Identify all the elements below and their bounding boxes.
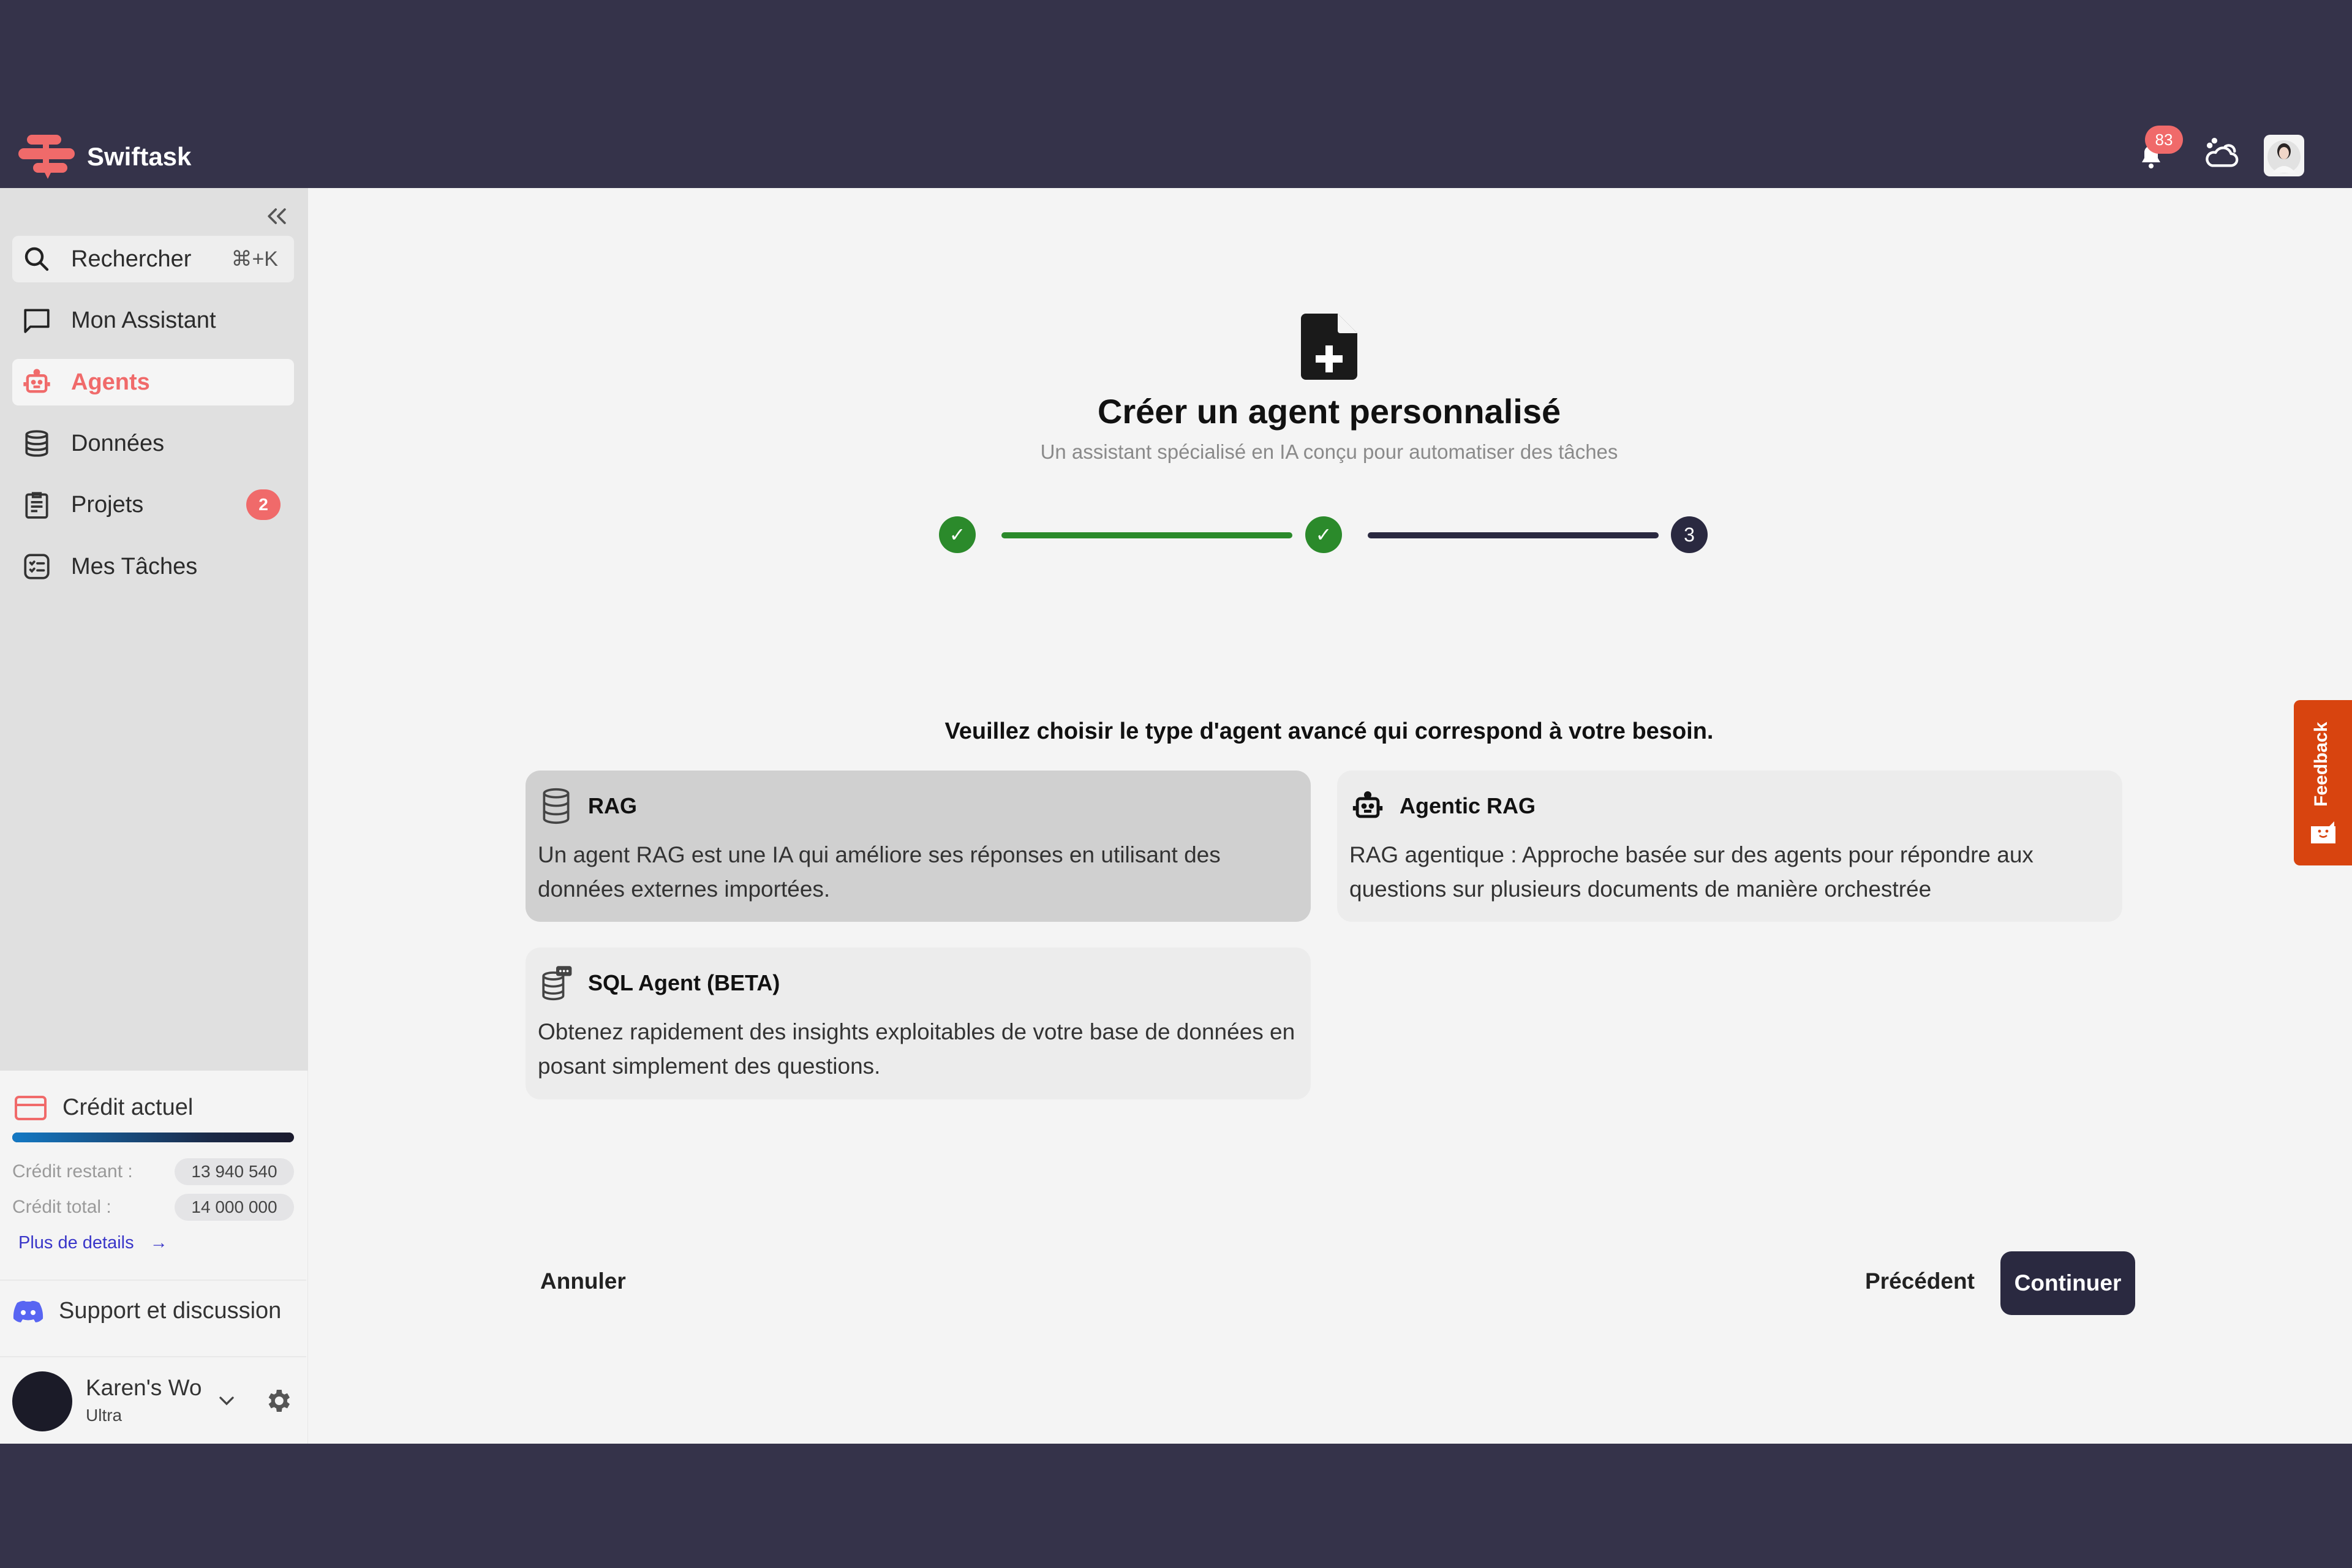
workspace-avatar: [12, 1371, 72, 1431]
credit-remaining-label: Crédit restant :: [12, 1161, 133, 1182]
sidebar-item-projets[interactable]: Projets 2: [12, 481, 294, 528]
feedback-face-icon: [2311, 821, 2335, 843]
file-plus-icon: [1301, 314, 1357, 380]
search-button[interactable]: Rechercher ⌘+K: [12, 236, 294, 282]
card-title: Agentic RAG: [1400, 793, 1536, 818]
user-profile[interactable]: Karen's Wo Ultra: [12, 1369, 300, 1433]
agent-type-card-sql-agent[interactable]: SQL Agent (BETA) Obtenez rapidement des …: [526, 948, 1311, 1099]
card-description: Obtenez rapidement des insights exploita…: [538, 1019, 1295, 1079]
search-shortcut: ⌘+K: [231, 247, 278, 271]
sidebar-item-agents[interactable]: Agents: [12, 359, 294, 405]
card-description: Un agent RAG est une IA qui améliore ses…: [538, 842, 1221, 902]
credit-section-title: Crédit actuel: [15, 1095, 193, 1121]
sidebar: Rechercher ⌘+K Mon Assistant Agents Donn…: [0, 188, 308, 1444]
bottom-band: [0, 1444, 2352, 1568]
agent-type-card-rag[interactable]: RAG Un agent RAG est une IA qui améliore…: [526, 771, 1311, 922]
sidebar-item-mon-assistant[interactable]: Mon Assistant: [12, 297, 294, 344]
credit-progress-bar: [12, 1133, 294, 1142]
chat-icon: [24, 309, 50, 333]
discord-icon: [13, 1300, 43, 1322]
step-3-indicator: 3: [1671, 516, 1708, 553]
sidebar-item-label: Projets: [71, 491, 144, 518]
agent-type-card-agentic-rag[interactable]: Agentic RAG RAG agentique : Approche bas…: [1337, 771, 2122, 922]
credit-card-icon: [15, 1095, 47, 1120]
top-bar: Swiftask 83: [0, 0, 2352, 188]
credit-remaining-value: 13 940 540: [175, 1158, 294, 1185]
step-2-indicator: ✓: [1305, 516, 1342, 553]
credit-total-row: Crédit total : 14 000 000: [12, 1194, 294, 1221]
brand-name: Swiftask: [87, 142, 192, 171]
search-label: Rechercher: [71, 246, 192, 272]
page-subtitle: Un assistant spécialisé en IA conçu pour…: [1040, 440, 1618, 463]
robot-icon: [23, 369, 50, 393]
divider: [0, 1356, 306, 1357]
sidebar-nav: Rechercher ⌘+K Mon Assistant Agents Donn…: [0, 188, 308, 1071]
credit-title-label: Crédit actuel: [62, 1095, 194, 1120]
sidebar-item-label: Données: [71, 430, 165, 456]
app-content: Rechercher ⌘+K Mon Assistant Agents Donn…: [0, 188, 2352, 1444]
sidebar-item-mes-taches[interactable]: Mes Tâches: [12, 543, 294, 590]
database-icon: [25, 430, 48, 457]
notification-badge: 83: [2145, 126, 2183, 154]
card-description: RAG agentique : Approche basée sur des a…: [1349, 842, 2034, 902]
credit-total-label: Crédit total :: [12, 1197, 111, 1217]
database-icon: [543, 788, 570, 824]
sidebar-item-donnees[interactable]: Données: [12, 420, 294, 467]
step-connector-2: [1368, 532, 1659, 538]
card-title: SQL Agent (BETA): [588, 970, 780, 995]
credit-total-value: 14 000 000: [175, 1194, 294, 1221]
swiftask-logo-icon[interactable]: [17, 134, 76, 180]
sql-database-icon: [542, 966, 572, 1001]
more-details-link[interactable]: Plus de details →: [18, 1233, 168, 1253]
step-1-indicator: ✓: [939, 516, 976, 553]
user-name: Karen's Wo: [86, 1375, 202, 1400]
gear-icon[interactable]: [263, 1386, 293, 1415]
projets-count-badge: 2: [246, 489, 281, 520]
feedback-label: Feedback: [2311, 722, 2331, 807]
avatar-photo-icon: [2267, 140, 2301, 173]
previous-button[interactable]: Précédent: [1865, 1268, 1975, 1294]
support-label: Support et discussion: [59, 1298, 282, 1324]
agent-type-question: Veuillez choisir le type d'agent avancé …: [944, 718, 1714, 744]
feedback-tab[interactable]: Feedback: [2294, 700, 2352, 865]
chevron-down-icon[interactable]: [214, 1389, 239, 1413]
tasks-icon: [24, 554, 50, 579]
credit-progress-fill: [12, 1133, 293, 1142]
card-title: RAG: [588, 793, 637, 818]
weather-icon[interactable]: [2203, 135, 2241, 173]
user-avatar-top[interactable]: [2264, 135, 2304, 176]
check-icon: ✓: [1315, 524, 1332, 546]
more-details-label: Plus de details: [18, 1233, 134, 1253]
sidebar-item-label: Mon Assistant: [71, 307, 216, 333]
step-number: 3: [1684, 523, 1695, 546]
robot-icon: [1352, 791, 1383, 818]
step-connector-1: [1001, 532, 1292, 538]
clipboard-icon: [25, 492, 48, 519]
divider: [0, 1280, 306, 1281]
credit-remaining-row: Crédit restant : 13 940 540: [12, 1158, 294, 1185]
sidebar-item-label: Agents: [71, 369, 150, 395]
sidebar-item-label: Mes Tâches: [71, 553, 198, 579]
collapse-sidebar-icon[interactable]: [263, 203, 290, 230]
user-plan: Ultra: [86, 1406, 123, 1425]
page-title: Créer un agent personnalisé: [1097, 392, 1561, 431]
continue-button[interactable]: Continuer: [2000, 1251, 2135, 1315]
support-discussion-link[interactable]: Support et discussion: [12, 1298, 281, 1324]
search-icon: [24, 247, 49, 271]
cancel-button[interactable]: Annuler: [540, 1268, 626, 1294]
arrow-right-icon: →: [149, 1233, 168, 1253]
check-icon: ✓: [949, 524, 966, 546]
